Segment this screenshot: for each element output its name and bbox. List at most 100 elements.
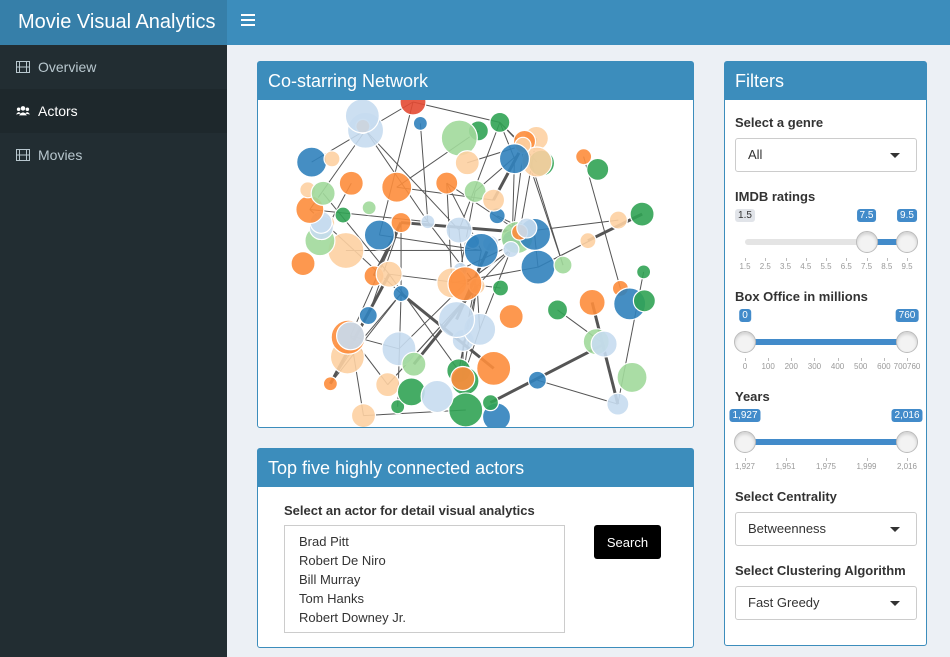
network-node[interactable] (375, 372, 401, 398)
network-graph-canvas[interactable] (258, 100, 693, 427)
slider-tick-label: 1,975 (815, 462, 837, 471)
network-node[interactable] (435, 171, 459, 195)
menu-toggle-icon[interactable] (241, 14, 255, 28)
network-node[interactable] (491, 279, 510, 297)
network-node[interactable] (323, 150, 341, 168)
network-node[interactable] (502, 240, 520, 259)
imdb-slider[interactable]: 1.5 7.5 9.5 1.5 2.5 3.5 4.5 5.5 6.5 7.5 8.5 9.5 (735, 200, 918, 271)
sidebar-item-label: Movies (38, 147, 83, 163)
centrality-select[interactable]: Betweenness (735, 512, 917, 546)
network-node[interactable] (520, 249, 556, 285)
network-node[interactable] (527, 370, 548, 390)
slider-high-handle[interactable] (896, 231, 918, 253)
actor-listbox[interactable]: Brad Pitt Robert De Niro Bill Murray Tom… (284, 525, 565, 633)
network-node[interactable] (350, 403, 377, 427)
slider-tick-label: 6.5 (840, 262, 852, 271)
slider-low-value: 7.5 (856, 209, 877, 222)
network-node[interactable] (375, 260, 403, 288)
network-node[interactable] (608, 210, 628, 230)
clustering-select[interactable]: Fast Greedy (735, 586, 917, 620)
sidebar-item-overview[interactable]: Overview (0, 45, 227, 89)
network-node[interactable] (481, 394, 500, 412)
slider-high-handle[interactable] (896, 431, 918, 453)
network-node[interactable] (489, 111, 511, 133)
sidebar-item-movies[interactable]: Movies (0, 133, 227, 177)
slider-high-handle[interactable] (896, 331, 918, 353)
network-node[interactable] (553, 255, 573, 275)
network-node[interactable] (290, 250, 316, 277)
network-node[interactable] (629, 201, 655, 227)
slider-low-handle[interactable] (734, 431, 756, 453)
slider-tick-label: 400 (830, 362, 845, 371)
network-node[interactable] (401, 351, 427, 377)
network-node[interactable] (361, 200, 377, 216)
network-node[interactable] (636, 264, 652, 280)
users-icon (16, 105, 30, 117)
actor-option[interactable]: Robert De Niro (299, 551, 550, 570)
network-node[interactable] (335, 321, 366, 351)
sidebar: Overview Actors Movies (0, 45, 227, 657)
slider-range-fill (745, 339, 907, 345)
network-node[interactable] (481, 188, 506, 212)
network-node[interactable] (437, 300, 476, 339)
network-node[interactable] (392, 284, 410, 303)
years-slider[interactable]: 1,927 2,016 1,927 1,951 1,975 1,999 2,016 (729, 400, 923, 471)
network-node[interactable] (586, 157, 610, 182)
slider-tick-label: 1,999 (856, 462, 877, 471)
centrality-label: Select Centrality (735, 489, 837, 504)
network-node[interactable] (399, 100, 427, 116)
genre-select[interactable]: All (735, 138, 917, 172)
actor-option[interactable]: Brad Pitt (299, 532, 550, 551)
network-node[interactable] (447, 266, 483, 302)
network-node[interactable] (579, 232, 597, 250)
network-node[interactable] (632, 289, 656, 313)
sidebar-item-actors[interactable]: Actors (0, 89, 227, 133)
top-navbar (227, 0, 950, 45)
network-node[interactable] (546, 299, 569, 321)
network-node[interactable] (450, 365, 476, 392)
network-node[interactable] (334, 206, 352, 224)
slider-low-value: 1,927 (729, 409, 761, 422)
network-node[interactable] (412, 115, 428, 131)
network-node[interactable] (590, 330, 618, 358)
slider-low-handle[interactable] (855, 231, 878, 253)
network-node[interactable] (606, 392, 630, 416)
slider-tick-label: 4.5 (800, 262, 812, 271)
network-node[interactable] (310, 180, 336, 206)
network-node[interactable] (363, 219, 395, 251)
network-node[interactable] (390, 211, 412, 234)
search-button[interactable]: Search (594, 525, 661, 559)
network-node[interactable] (498, 303, 524, 330)
sidebar-item-label: Actors (38, 103, 78, 119)
network-node[interactable] (420, 214, 436, 230)
box-office-slider[interactable]: 0 760 0 100 200 300 400 500 600 700760 (734, 300, 920, 371)
actor-option[interactable]: Bill Murray (299, 570, 550, 589)
network-node[interactable] (448, 392, 484, 427)
network-node[interactable] (381, 171, 413, 203)
slider-high-value: 760 (895, 309, 919, 322)
caret-down-icon (890, 153, 900, 158)
actor-option[interactable]: Tom Hanks (299, 589, 550, 608)
network-node[interactable] (344, 100, 380, 134)
network-node[interactable] (454, 150, 480, 176)
network-node[interactable] (578, 288, 606, 316)
actor-option[interactable]: Robert Downey Jr. (299, 608, 550, 627)
network-node[interactable] (358, 305, 378, 326)
slider-ticks: 1,927 1,951 1,975 1,999 2,016 (735, 458, 917, 472)
slider-low-handle[interactable] (734, 331, 756, 353)
network-graph[interactable] (258, 100, 693, 427)
network-node[interactable] (440, 119, 478, 157)
network-node[interactable] (322, 376, 338, 392)
network-node[interactable] (616, 361, 648, 394)
network-node[interactable] (516, 217, 538, 239)
network-title: Co-starring Network (258, 62, 693, 100)
network-node[interactable] (498, 143, 531, 175)
genre-value: All (748, 147, 763, 162)
network-node[interactable] (420, 379, 454, 413)
network-node[interactable] (296, 146, 328, 178)
slider-tick-label: 8.5 (881, 262, 893, 271)
network-node[interactable] (463, 232, 499, 269)
network-panel: Co-starring Network (257, 61, 694, 428)
network-node[interactable] (338, 170, 364, 196)
network-node[interactable] (476, 350, 512, 386)
